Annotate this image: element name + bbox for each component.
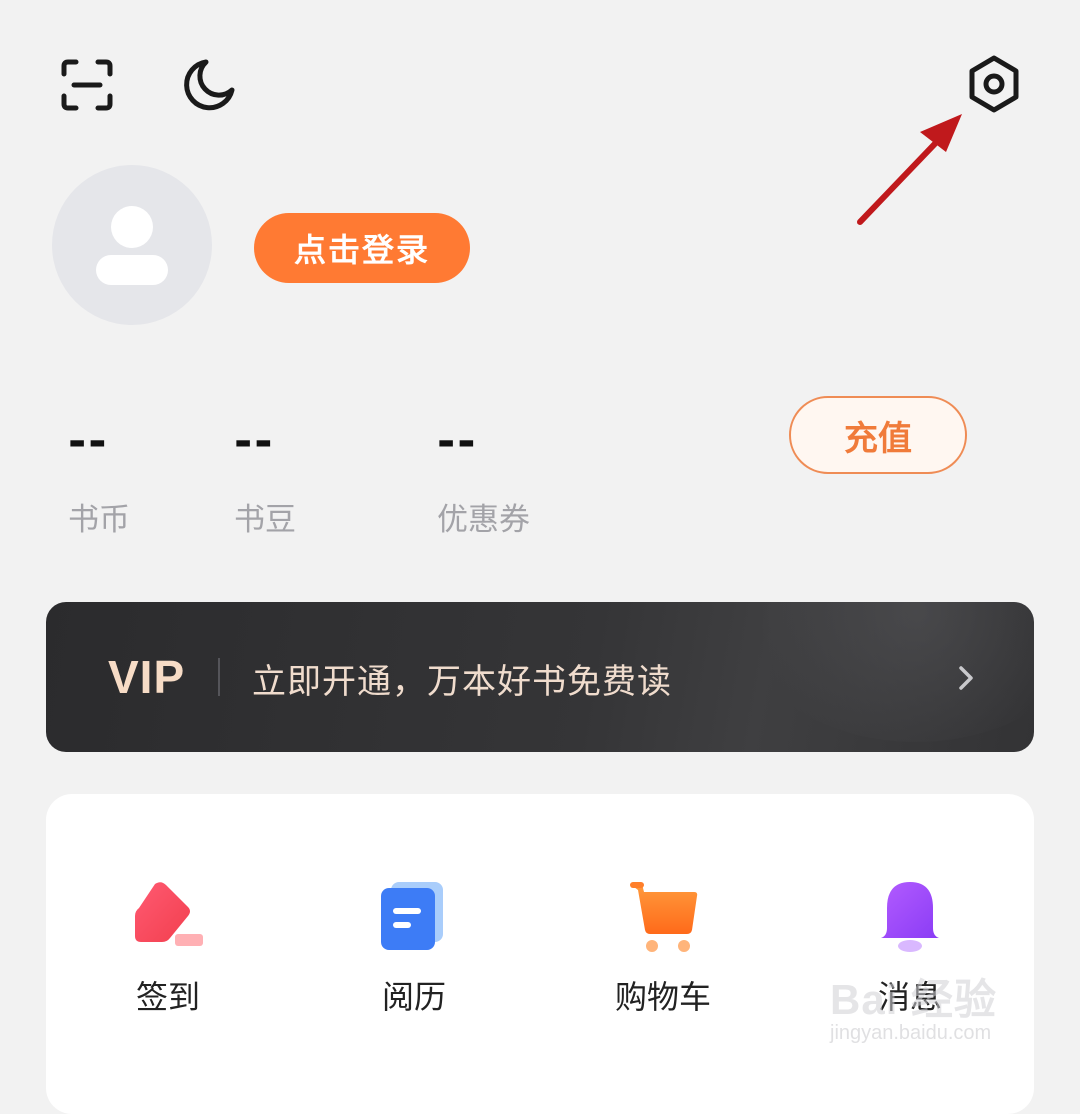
- document-icon: [381, 882, 443, 950]
- login-button[interactable]: 点击登录: [254, 213, 470, 283]
- watermark: Bai 经验 jingyan.baidu.com: [830, 966, 1040, 1056]
- feature-history-label: 阅历: [381, 978, 446, 1016]
- vip-divider: [218, 658, 220, 696]
- vip-banner[interactable]: VIP 立即开通，万本好书免费读: [46, 602, 1034, 752]
- watermark-brand: Bai 经验: [830, 976, 998, 1023]
- stat-coins-label: 书币: [68, 502, 130, 538]
- stat-coins[interactable]: -- 书币: [68, 420, 130, 539]
- stat-beans-value: --: [234, 416, 275, 467]
- avatar[interactable]: [52, 165, 212, 325]
- stat-coins-value: --: [68, 416, 109, 467]
- vip-banner-glow: [736, 602, 1034, 742]
- feature-checkin[interactable]: 签到: [68, 880, 268, 1018]
- scan-icon[interactable]: [58, 56, 116, 114]
- feature-cart-label: 购物车: [614, 978, 711, 1016]
- stat-coupons[interactable]: -- 优惠券: [437, 420, 530, 539]
- stat-coupons-value: --: [437, 416, 478, 467]
- vip-promo-text: 立即开通，万本好书免费读: [252, 662, 672, 702]
- watermark-url: jingyan.baidu.com: [830, 1022, 992, 1044]
- feature-checkin-label: 签到: [135, 978, 200, 1016]
- stat-beans[interactable]: -- 书豆: [234, 420, 296, 539]
- moon-icon[interactable]: [180, 56, 238, 114]
- bell-icon: [881, 882, 939, 952]
- stat-beans-label: 书豆: [234, 502, 296, 538]
- chevron-right-icon: [959, 666, 973, 690]
- feature-history[interactable]: 阅历: [314, 880, 514, 1018]
- feature-cart[interactable]: 购物车: [563, 880, 763, 1018]
- stat-coupons-label: 优惠券: [437, 502, 530, 538]
- feature-card: 签到 阅历 购物车 消息: [46, 794, 1034, 1114]
- cart-icon: [630, 882, 698, 952]
- vip-logo: VIP: [108, 651, 186, 703]
- recharge-button[interactable]: 充值: [789, 396, 967, 474]
- pencil-icon: [135, 882, 203, 946]
- annotation-arrow: [857, 114, 962, 225]
